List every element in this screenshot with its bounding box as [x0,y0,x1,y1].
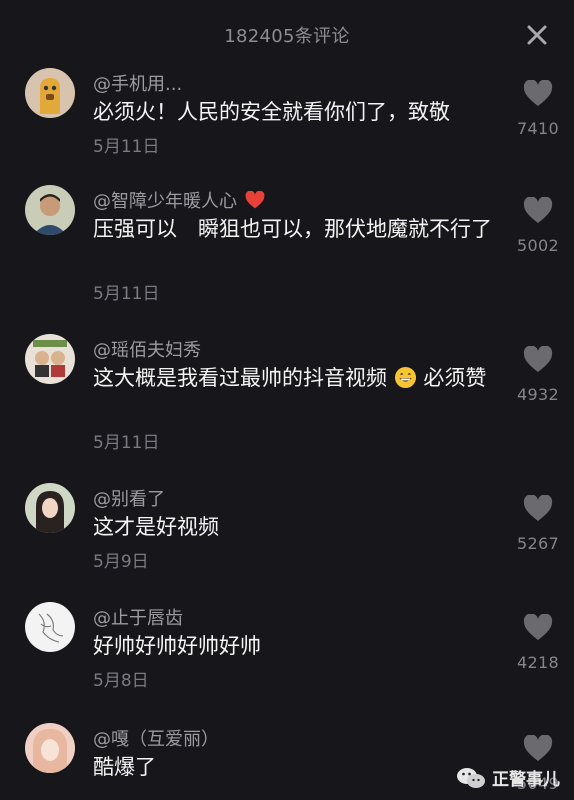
comment-username[interactable]: @瑶佰夫妇秀 [93,336,201,362]
heart-icon [523,197,553,223]
avatar[interactable] [25,334,75,384]
avatar[interactable] [25,602,75,652]
comment-username[interactable]: @别看了 [93,485,165,511]
comment-text: 压强可以 瞬狙也可以，那伏地魔就不行了 [93,217,492,241]
close-icon[interactable] [526,24,548,46]
comment-username-text: @智障少年暖人心 [93,191,237,212]
like-count: 7410 [517,119,559,138]
like-count: 5267 [517,534,559,553]
watermark: 正警事儿 [456,765,560,790]
like-button[interactable]: 4932 [514,346,562,404]
avatar[interactable] [25,185,75,235]
comment-username[interactable]: @智障少年暖人心 [93,187,265,213]
comment-date: 5月11日 [93,284,160,304]
heart-icon [523,346,553,372]
comment-date: 5月9日 [93,552,149,572]
comment-username[interactable]: @手机用... [93,70,182,96]
like-count: 4218 [517,653,559,672]
comment-date: 5月8日 [93,671,149,691]
avatar[interactable] [25,68,75,118]
watermark-label: 正警事儿 [492,770,560,790]
grinning-emoji-icon [394,366,416,389]
heart-icon [523,80,553,106]
heart-icon [523,614,553,640]
comment-text: 这才是好视频 [93,515,219,539]
like-count: 5002 [517,236,559,255]
like-button[interactable]: 7410 [514,80,562,138]
comment-username[interactable]: @止于唇齿 [93,604,183,630]
comments-header: 182405条评论 [0,0,574,68]
like-button[interactable]: 4218 [514,614,562,672]
comment-text: 这大概是我看过最帅的抖音视频 必须赞 [93,364,493,393]
comment-text: 酷爆了 [93,755,156,779]
comment-text-part: 必须赞 [423,366,487,390]
comment-text-part: 这大概是我看过最帅的抖音视频 [93,366,387,390]
wechat-logo-icon [457,767,485,788]
comment-username[interactable]: @嘎（互爱丽） [93,725,219,751]
red-heart-icon [245,190,265,209]
comment-text: 必须火！人民的安全就看你们了，致敬 [93,100,450,124]
like-count: 4932 [517,385,559,404]
like-button[interactable]: 5002 [514,197,562,255]
comment-count-title: 182405条评论 [224,26,350,47]
comment-date: 5月11日 [93,137,160,157]
avatar[interactable] [25,723,75,773]
heart-icon [523,735,553,761]
avatar[interactable] [25,483,75,533]
comment-date: 5月11日 [93,433,160,453]
like-button[interactable]: 5267 [514,495,562,553]
comment-text: 好帅好帅好帅好帅 [93,634,261,658]
heart-icon [523,495,553,521]
